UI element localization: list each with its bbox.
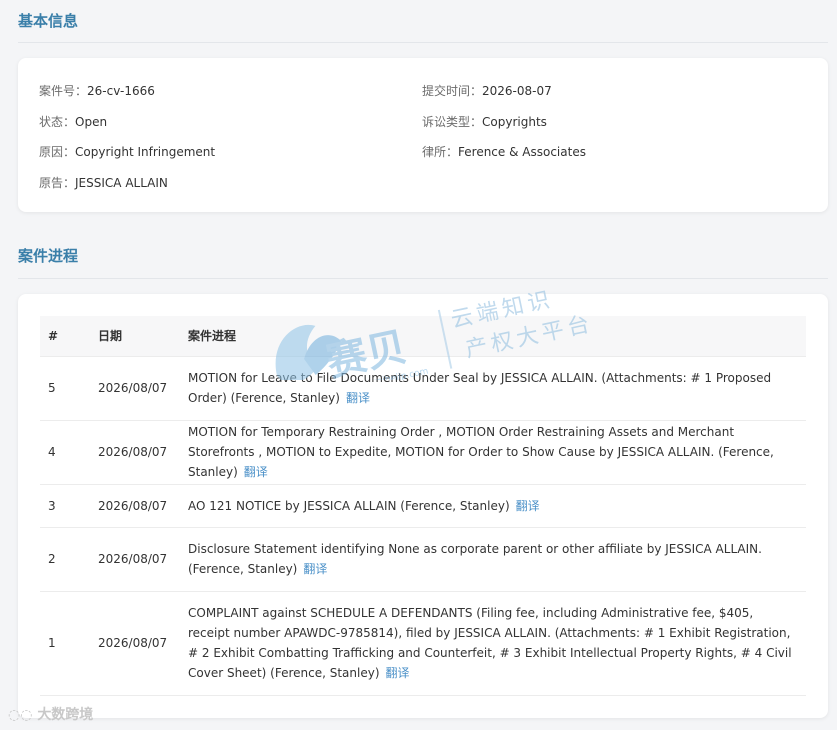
row-date: 2026/08/07	[90, 483, 180, 527]
translate-link[interactable]: 翻译	[346, 391, 370, 405]
table-row: 5 2026/08/07 MOTION for Leave to File Do…	[40, 355, 806, 420]
row-num: 5	[40, 355, 90, 420]
table-row: 4 2026/08/07 MOTION for Temporary Restra…	[40, 419, 806, 484]
field-litigation-type: 诉讼类型：Copyrights	[422, 113, 547, 130]
progress-divider	[18, 278, 828, 279]
basic-info-card: 案件号：26-cv-1666 提交时间：2026-08-07 状态：Open 诉…	[18, 58, 828, 212]
row-date: 2026/08/07	[90, 526, 180, 591]
progress-title: 案件进程	[18, 247, 79, 265]
row-num: 4	[40, 419, 90, 484]
table-header-row: # 日期 案件进程	[40, 316, 806, 356]
field-value: 2026-08-07	[482, 84, 552, 98]
progress-table: # 日期 案件进程 5 2026/08/07 MOTION for Leave …	[40, 316, 806, 696]
footer-logo: ◌◌ 大数跨境	[8, 704, 93, 724]
row-text-cell: MOTION for Temporary Restraining Order ,…	[180, 419, 806, 484]
progress-card: # 日期 案件进程 5 2026/08/07 MOTION for Leave …	[18, 294, 828, 718]
row-num: 2	[40, 526, 90, 591]
field-plaintiff: 原告：JESSICA ALLAIN	[39, 174, 168, 191]
row-text-cell: AO 121 NOTICE by JESSICA ALLAIN (Ference…	[180, 483, 806, 527]
table-row: 1 2026/08/07 COMPLAINT against SCHEDULE …	[40, 590, 806, 696]
row-text: Disclosure Statement identifying None as…	[188, 542, 762, 576]
footer-logo-icon: ◌◌	[8, 707, 33, 723]
field-label: 诉讼类型：	[422, 115, 483, 129]
field-law-firm: 律所：Ference & Associates	[422, 143, 586, 160]
basic-info-title: 基本信息	[18, 12, 79, 30]
field-label: 案件号：	[39, 84, 88, 98]
field-label: 原告：	[39, 176, 76, 190]
field-status: 状态：Open	[39, 113, 107, 130]
field-value: Ference & Associates	[458, 145, 586, 159]
field-label: 律所：	[422, 145, 459, 159]
translate-link[interactable]: 翻译	[303, 562, 327, 576]
field-value: 26-cv-1666	[87, 84, 155, 98]
header-num: #	[48, 328, 59, 343]
table-row: 2 2026/08/07 Disclosure Statement identi…	[40, 526, 806, 591]
row-text-cell: COMPLAINT against SCHEDULE A DEFENDANTS …	[180, 590, 806, 696]
row-text: MOTION for Leave to File Documents Under…	[188, 371, 772, 405]
field-value: Copyrights	[482, 115, 547, 129]
field-cause: 原因：Copyright Infringement	[39, 143, 215, 160]
field-submit-time: 提交时间：2026-08-07	[422, 82, 552, 99]
row-date: 2026/08/07	[90, 355, 180, 420]
row-date: 2026/08/07	[90, 419, 180, 484]
row-text: AO 121 NOTICE by JESSICA ALLAIN (Ference…	[188, 498, 510, 513]
header-date: 日期	[98, 329, 123, 344]
row-text-cell: MOTION for Leave to File Documents Under…	[180, 355, 806, 420]
field-value: Open	[75, 115, 108, 129]
translate-link[interactable]: 翻译	[516, 499, 540, 513]
row-num: 1	[40, 590, 90, 696]
translate-link[interactable]: 翻译	[386, 666, 410, 680]
row-text-cell: Disclosure Statement identifying None as…	[180, 526, 806, 591]
basic-info-divider	[18, 42, 828, 43]
field-label: 原因：	[39, 145, 76, 159]
field-label: 状态：	[39, 115, 76, 129]
row-text: COMPLAINT against SCHEDULE A DEFENDANTS …	[188, 606, 792, 680]
footer-logo-text: 大数跨境	[37, 707, 94, 723]
table-row: 3 2026/08/07 AO 121 NOTICE by JESSICA AL…	[40, 483, 806, 527]
row-text: MOTION for Temporary Restraining Order ,…	[188, 425, 774, 479]
row-date: 2026/08/07	[90, 590, 180, 696]
field-value: Copyright Infringement	[75, 145, 216, 159]
field-case-number: 案件号：26-cv-1666	[39, 82, 155, 99]
field-label: 提交时间：	[422, 84, 483, 98]
translate-link[interactable]: 翻译	[244, 465, 268, 479]
field-value: JESSICA ALLAIN	[75, 176, 168, 190]
header-progress: 案件进程	[188, 329, 237, 344]
row-num: 3	[40, 483, 90, 527]
